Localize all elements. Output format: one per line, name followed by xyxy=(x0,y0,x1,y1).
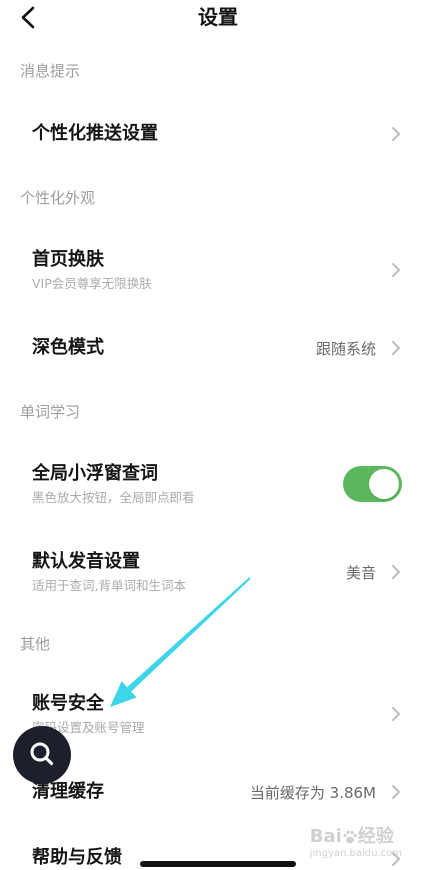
nav-bar: 设置 xyxy=(0,0,426,40)
section-header-other: 其他 xyxy=(20,634,51,653)
section-header-notifications: 消息提示 xyxy=(20,61,81,80)
row-subtitle: VIP会员尊享无限换肤 xyxy=(32,275,152,291)
row-value: 美音 xyxy=(345,563,376,582)
search-icon xyxy=(30,742,54,766)
settings-row-floating-lookup: 全局小浮窗查词 黑色放大按钮，全局即点即看 xyxy=(0,440,426,528)
settings-row-dark-mode[interactable]: 深色模式 跟随系统 xyxy=(0,314,426,382)
row-subtitle: 适用于查词,背单词和生词本 xyxy=(32,577,186,593)
row-title: 首页换肤 xyxy=(32,248,104,270)
chevron-right-icon xyxy=(392,785,400,799)
row-title: 个性化推送设置 xyxy=(32,123,158,144)
floating-lookup-toggle[interactable] xyxy=(343,466,402,502)
row-title: 深色模式 xyxy=(32,337,104,358)
row-value: 当前缓存为 3.86M xyxy=(249,783,376,802)
row-title: 全局小浮窗查词 xyxy=(32,462,158,484)
row-subtitle: 密码设置及账号管理 xyxy=(32,719,145,735)
row-value: 跟随系统 xyxy=(315,339,376,358)
settings-row-skin[interactable]: 首页换肤 VIP会员尊享无限换肤 xyxy=(0,226,426,314)
row-title: 清理缓存 xyxy=(32,781,104,802)
page-title: 设置 xyxy=(198,5,238,29)
floating-search-button[interactable] xyxy=(13,726,71,784)
section-header-word-study: 单词学习 xyxy=(20,402,81,421)
settings-row-push[interactable]: 个性化推送设置 xyxy=(0,100,426,168)
chevron-right-icon xyxy=(392,707,400,721)
chevron-right-icon xyxy=(392,127,400,141)
chevron-right-icon xyxy=(392,852,400,866)
row-title: 默认发音设置 xyxy=(32,550,140,572)
row-title: 账号安全 xyxy=(32,692,104,714)
chevron-right-icon xyxy=(392,341,400,355)
toggle-knob xyxy=(369,469,399,499)
home-indicator[interactable] xyxy=(140,861,296,867)
row-subtitle: 黑色放大按钮，全局即点即看 xyxy=(32,489,195,505)
settings-row-pronunciation[interactable]: 默认发音设置 适用于查词,背单词和生词本 美音 xyxy=(0,528,426,616)
section-header-appearance: 个性化外观 xyxy=(20,188,96,207)
chevron-right-icon xyxy=(392,565,400,579)
chevron-right-icon xyxy=(392,263,400,277)
